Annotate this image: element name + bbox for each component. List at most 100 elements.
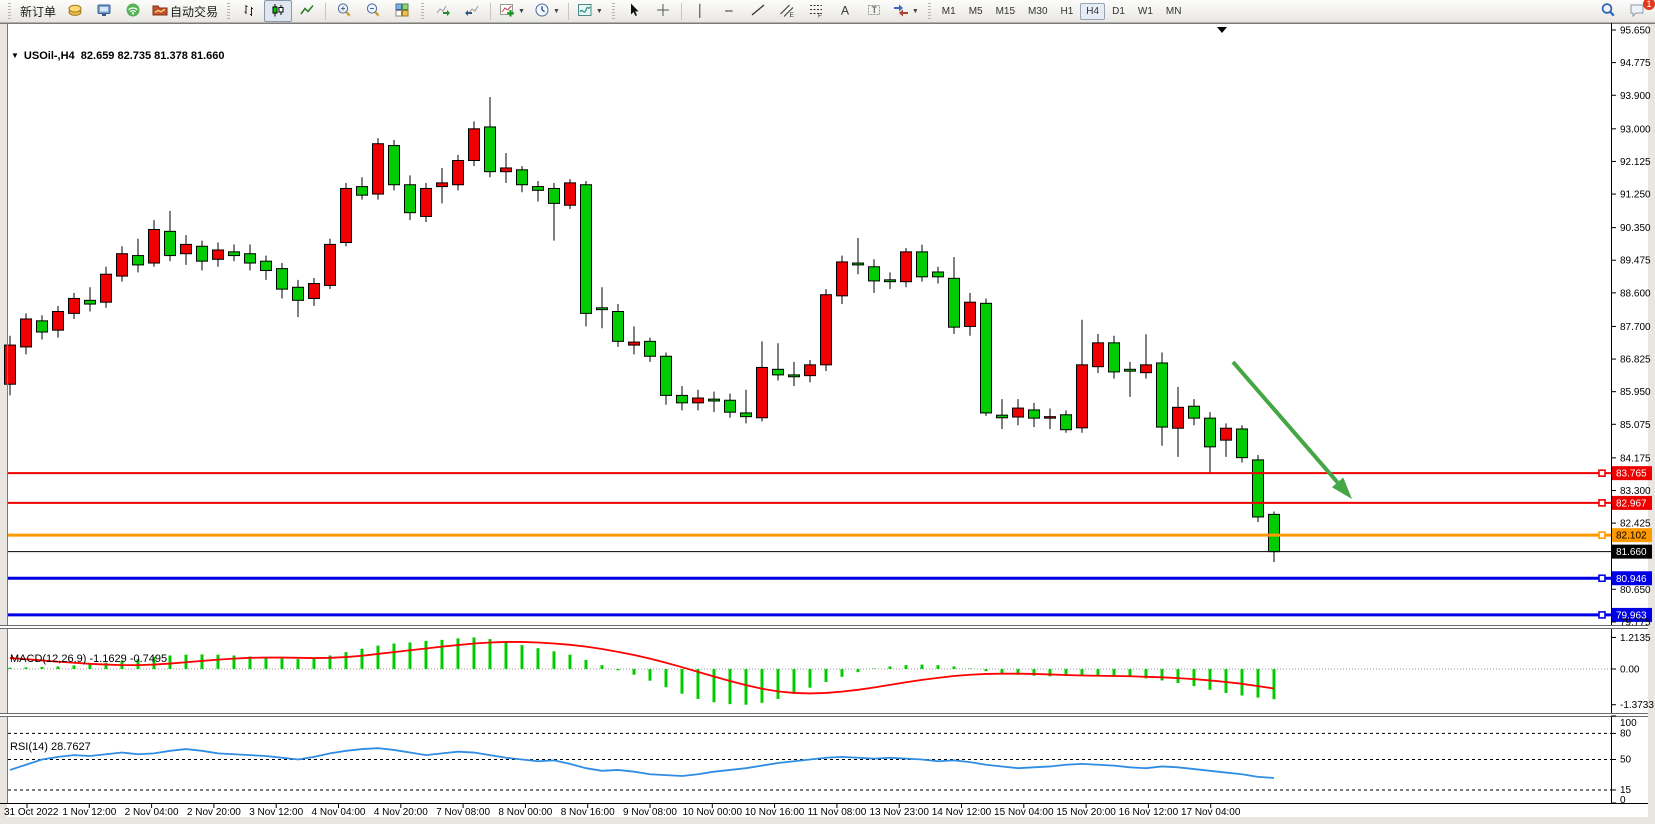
toolbar-separator	[568, 3, 569, 20]
timeframe-h4[interactable]: H4	[1080, 3, 1105, 20]
label-button[interactable]: T	[860, 0, 888, 22]
text-button[interactable]: A	[831, 0, 859, 22]
tile-windows-icon	[394, 2, 410, 21]
zoom-in-button[interactable]	[330, 0, 358, 22]
svg-text:82.102: 82.102	[1616, 531, 1647, 542]
svg-text:82.425: 82.425	[1620, 519, 1651, 530]
svg-text:9 Nov 08:00: 9 Nov 08:00	[623, 807, 677, 818]
coins-button[interactable]	[61, 0, 89, 22]
svg-text:11 Nov 08:00: 11 Nov 08:00	[808, 807, 867, 818]
symbol-period-label: USOil-,H4	[24, 50, 75, 62]
toolbar-separator	[681, 3, 682, 20]
svg-text:8 Nov 00:00: 8 Nov 00:00	[498, 807, 552, 818]
chat-button[interactable]: 1	[1623, 0, 1651, 22]
svg-text:81.660: 81.660	[1616, 547, 1647, 558]
text-label-icon: T	[866, 2, 882, 21]
svg-text:15 Nov 04:00: 15 Nov 04:00	[994, 807, 1054, 818]
svg-text:90.350: 90.350	[1620, 223, 1651, 234]
channel-button[interactable]: E	[773, 0, 801, 22]
trendline-button[interactable]	[744, 0, 772, 22]
svg-text:2 Nov 04:00: 2 Nov 04:00	[125, 807, 179, 818]
horizontal-line-icon: ─	[725, 4, 732, 18]
timeframe-mn[interactable]: MN	[1160, 3, 1188, 20]
terminal-icon	[96, 2, 112, 21]
toolbar-grip	[8, 3, 11, 19]
signal-button[interactable]	[119, 0, 147, 22]
bar-chart-button[interactable]	[235, 0, 263, 22]
svg-text:14 Nov 12:00: 14 Nov 12:00	[932, 807, 992, 818]
svg-text:16 Nov 12:00: 16 Nov 12:00	[1119, 807, 1179, 818]
timeframe-m5[interactable]: M5	[963, 3, 989, 20]
candlestick-button[interactable]	[264, 0, 292, 22]
toolbar-separator	[325, 3, 326, 20]
timeframe-h1[interactable]: H1	[1055, 3, 1080, 20]
chart-shift-button[interactable]	[458, 0, 486, 22]
svg-text:2 Nov 20:00: 2 Nov 20:00	[187, 807, 241, 818]
periods-button[interactable]: ▼	[530, 0, 564, 22]
macd-label: MACD(12,26,9) -1.1629 -0.7495	[10, 653, 167, 665]
line-chart-icon	[299, 2, 315, 21]
candlestick-icon	[270, 2, 286, 21]
svg-text:E: E	[789, 12, 794, 18]
svg-text:83.300: 83.300	[1620, 486, 1651, 497]
svg-text:15 Nov 20:00: 15 Nov 20:00	[1056, 807, 1116, 818]
svg-text:8 Nov 16:00: 8 Nov 16:00	[561, 807, 615, 818]
new-order-label: 新订单	[20, 3, 56, 20]
svg-text:-1.3733: -1.3733	[1620, 700, 1654, 711]
horizontal-line-button[interactable]: ─	[715, 0, 743, 22]
svg-text:92.125: 92.125	[1620, 157, 1651, 168]
svg-text:80: 80	[1620, 728, 1632, 739]
templates-button[interactable]: ▼	[573, 0, 607, 22]
timeframe-m1[interactable]: M1	[936, 3, 962, 20]
timeframe-m15[interactable]: M15	[990, 3, 1021, 20]
cursor-icon	[626, 2, 642, 21]
crosshair-button[interactable]	[649, 0, 677, 22]
add-indicator-icon	[499, 2, 515, 21]
chart-canvas[interactable]: 83.76582.96782.10281.66080.94679.963 95.…	[0, 23, 1655, 824]
autotrade-button[interactable]: 自动交易	[148, 0, 222, 22]
svg-text:86.825: 86.825	[1620, 355, 1651, 366]
indicators-button[interactable]: ▼	[495, 0, 529, 22]
chart-background	[0, 23, 1655, 824]
zoom-in-icon	[336, 2, 352, 21]
shapes-button[interactable]: ▼	[889, 0, 923, 22]
svg-text:4 Nov 04:00: 4 Nov 04:00	[312, 807, 366, 818]
new-order-button[interactable]: 新订单	[16, 0, 60, 22]
fibonacci-icon: F	[808, 2, 824, 21]
timeframe-w1[interactable]: W1	[1132, 3, 1159, 20]
zoom-out-button[interactable]	[359, 0, 387, 22]
collapse-triangle-icon: ▼	[11, 51, 19, 60]
svg-text:84.175: 84.175	[1620, 453, 1651, 464]
tile-windows-button[interactable]	[388, 0, 416, 22]
svg-text:80.946: 80.946	[1616, 574, 1647, 585]
line-chart-button[interactable]	[293, 0, 321, 22]
bar-chart-icon	[241, 2, 257, 21]
arrows-icon	[893, 2, 909, 21]
vertical-line-icon: │	[696, 4, 703, 18]
crosshair-icon	[655, 2, 671, 21]
chevron-down-icon: ▼	[518, 8, 525, 15]
svg-text:82.967: 82.967	[1616, 498, 1647, 509]
search-button[interactable]	[1594, 0, 1622, 22]
toolbar-grip	[612, 3, 615, 19]
main-toolbar: 新订单 自动交易 ▼ ▼	[0, 0, 1655, 23]
chart-window[interactable]: 83.76582.96782.10281.66080.94679.963 95.…	[0, 23, 1655, 824]
svg-text:0.00: 0.00	[1620, 665, 1640, 676]
svg-text:13 Nov 23:00: 13 Nov 23:00	[869, 807, 929, 818]
svg-text:100: 100	[1620, 718, 1637, 729]
vertical-line-button[interactable]: │	[686, 0, 714, 22]
auto-scroll-button[interactable]	[429, 0, 457, 22]
terminal-button[interactable]	[90, 0, 118, 22]
chevron-down-icon: ▼	[596, 8, 603, 15]
fibonacci-button[interactable]: F	[802, 0, 830, 22]
chevron-down-icon: ▼	[553, 8, 560, 15]
cursor-button[interactable]	[620, 0, 648, 22]
svg-text:3 Nov 12:00: 3 Nov 12:00	[249, 807, 303, 818]
coins-icon	[67, 2, 83, 21]
signal-icon	[125, 2, 141, 21]
chart-title: ▼USOil-,H4 82.659 82.735 81.378 81.660	[11, 50, 225, 62]
timeframe-m30[interactable]: M30	[1022, 3, 1053, 20]
timeframe-d1[interactable]: D1	[1106, 3, 1131, 20]
search-icon	[1600, 2, 1616, 21]
svg-text:1.2135: 1.2135	[1620, 633, 1651, 644]
